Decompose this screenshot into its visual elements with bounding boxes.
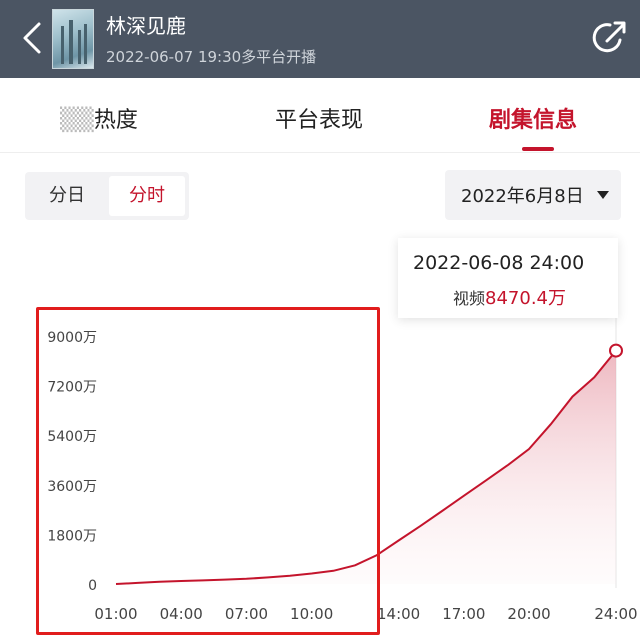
- x-tick-label: 17:00: [442, 605, 485, 623]
- tooltip-metric: 视频: [453, 289, 486, 308]
- x-tick-label: 24:00: [594, 605, 637, 623]
- x-tick-label: 20:00: [507, 605, 550, 623]
- x-tick-label: 14:00: [377, 605, 420, 623]
- tooltip-value-line: 视频8470.4万: [453, 284, 566, 310]
- highlight-point[interactable]: [609, 343, 623, 358]
- tooltip-value: 8470.4万: [485, 288, 566, 309]
- highlight-annotation-box: [36, 307, 380, 635]
- value-tooltip: 2022-06-08 24:00 视频8470.4万: [398, 238, 618, 318]
- tooltip-datetime: 2022-06-08 24:00: [413, 252, 585, 274]
